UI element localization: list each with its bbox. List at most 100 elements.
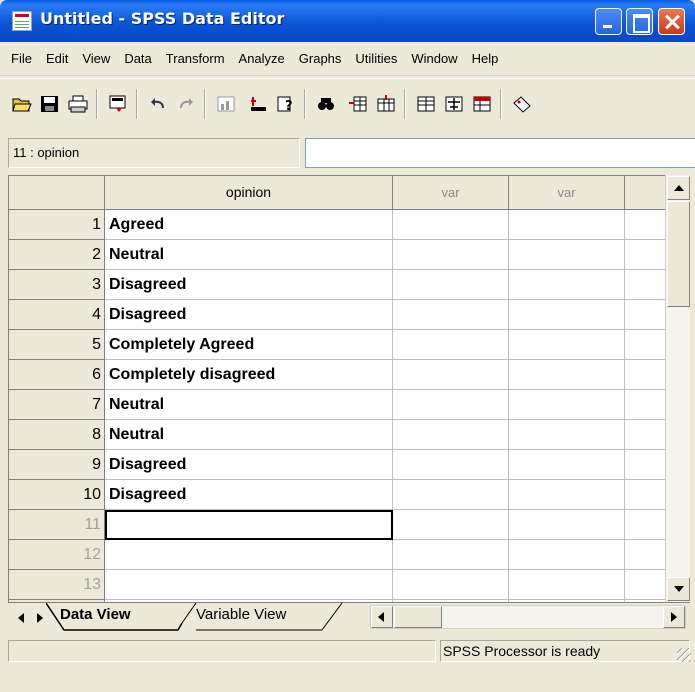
- insert-cases-icon[interactable]: [344, 91, 372, 117]
- weight-cases-icon[interactable]: [440, 91, 468, 117]
- scroll-up-button[interactable]: [667, 176, 690, 200]
- cell-var[interactable]: [625, 450, 665, 480]
- cell-var[interactable]: [393, 450, 509, 480]
- tab-variable-view[interactable]: Variable View: [188, 603, 338, 629]
- row-number[interactable]: 6: [9, 360, 105, 390]
- menu-window[interactable]: Window: [404, 51, 464, 66]
- cell-var[interactable]: [393, 240, 509, 270]
- cell-var[interactable]: [625, 510, 665, 540]
- cell-opinion[interactable]: Disagreed: [105, 270, 393, 300]
- cell-var[interactable]: [393, 540, 509, 570]
- cell-var[interactable]: [625, 330, 665, 360]
- cell-var[interactable]: [393, 210, 509, 240]
- cell-opinion[interactable]: Agreed: [105, 210, 393, 240]
- cell-var[interactable]: [625, 480, 665, 510]
- cell-opinion[interactable]: [105, 540, 393, 570]
- cell-var[interactable]: [509, 420, 625, 450]
- dialog-recall-icon[interactable]: [104, 91, 132, 117]
- row-number[interactable]: 5: [9, 330, 105, 360]
- menu-data[interactable]: Data: [117, 51, 158, 66]
- cell-var[interactable]: [509, 570, 625, 600]
- cell-opinion[interactable]: Neutral: [105, 390, 393, 420]
- cell-opinion[interactable]: Disagreed: [105, 480, 393, 510]
- cell-opinion[interactable]: Neutral: [105, 420, 393, 450]
- cell-value-input[interactable]: [305, 138, 695, 168]
- cell-var[interactable]: [393, 330, 509, 360]
- minimize-button[interactable]: [595, 8, 622, 35]
- cell-var[interactable]: [393, 570, 509, 600]
- cell-opinion[interactable]: [105, 510, 393, 540]
- spss-app-icon[interactable]: [12, 11, 32, 31]
- cell-opinion[interactable]: Disagreed: [105, 300, 393, 330]
- goto-chart-icon[interactable]: [212, 91, 240, 117]
- cell-opinion[interactable]: [105, 570, 393, 600]
- menu-edit[interactable]: Edit: [39, 51, 75, 66]
- row-number[interactable]: 7: [9, 390, 105, 420]
- cell-var[interactable]: [509, 480, 625, 510]
- menu-transform[interactable]: Transform: [159, 51, 232, 66]
- cell-var[interactable]: [509, 300, 625, 330]
- row-number[interactable]: 9: [9, 450, 105, 480]
- close-button[interactable]: [658, 8, 685, 35]
- horizontal-scroll-thumb[interactable]: [394, 606, 442, 628]
- scroll-right-button[interactable]: [663, 606, 685, 628]
- scroll-left-button[interactable]: [371, 606, 393, 628]
- title-bar[interactable]: Untitled - SPSS Data Editor: [0, 0, 695, 42]
- value-labels-icon[interactable]: [508, 91, 536, 117]
- row-number[interactable]: 3: [9, 270, 105, 300]
- cell-var[interactable]: [509, 240, 625, 270]
- redo-icon[interactable]: [172, 91, 200, 117]
- menu-file[interactable]: File: [4, 51, 39, 66]
- insert-variable-icon[interactable]: [372, 91, 400, 117]
- column-header-empty[interactable]: [625, 176, 665, 210]
- row-number[interactable]: 11: [9, 510, 105, 540]
- cell-var[interactable]: [393, 420, 509, 450]
- menu-help[interactable]: Help: [465, 51, 506, 66]
- column-header-opinion[interactable]: opinion: [105, 176, 393, 210]
- vertical-scrollbar[interactable]: [665, 175, 690, 602]
- cell-var[interactable]: [625, 540, 665, 570]
- cell-var[interactable]: [509, 510, 625, 540]
- split-file-icon[interactable]: [412, 91, 440, 117]
- open-file-icon[interactable]: [8, 91, 36, 117]
- cell-var[interactable]: [625, 300, 665, 330]
- tab-data-view[interactable]: Data View: [55, 603, 185, 629]
- menu-graphs[interactable]: Graphs: [292, 51, 349, 66]
- tab-scroll-right-button[interactable]: [30, 607, 50, 629]
- row-number[interactable]: 13: [9, 570, 105, 600]
- cell-var[interactable]: [509, 210, 625, 240]
- cell-var[interactable]: [509, 270, 625, 300]
- cell-var[interactable]: [625, 570, 665, 600]
- tab-scroll-left-button[interactable]: [12, 607, 32, 629]
- column-header-var[interactable]: var: [393, 176, 509, 210]
- cell-opinion[interactable]: Neutral: [105, 240, 393, 270]
- cell-var[interactable]: [509, 330, 625, 360]
- row-number[interactable]: 12: [9, 540, 105, 570]
- scroll-down-button[interactable]: [667, 577, 690, 601]
- cell-var[interactable]: [625, 420, 665, 450]
- row-number[interactable]: 4: [9, 300, 105, 330]
- undo-icon[interactable]: [144, 91, 172, 117]
- cell-opinion[interactable]: Disagreed: [105, 450, 393, 480]
- horizontal-scrollbar[interactable]: [370, 605, 686, 629]
- row-number[interactable]: 8: [9, 420, 105, 450]
- cell-var[interactable]: [625, 270, 665, 300]
- cell-var[interactable]: [393, 360, 509, 390]
- row-number[interactable]: 1: [9, 210, 105, 240]
- cell-opinion[interactable]: Completely Agreed: [105, 330, 393, 360]
- row-number[interactable]: 2: [9, 240, 105, 270]
- cell-var[interactable]: [393, 300, 509, 330]
- select-cases-icon[interactable]: [468, 91, 496, 117]
- variables-icon[interactable]: ?: [272, 91, 300, 117]
- cell-var[interactable]: [509, 390, 625, 420]
- goto-case-icon[interactable]: [244, 91, 272, 117]
- cell-var[interactable]: [509, 360, 625, 390]
- corner-cell[interactable]: [9, 176, 105, 210]
- cell-opinion[interactable]: Completely disagreed: [105, 360, 393, 390]
- cell-var[interactable]: [625, 390, 665, 420]
- cell-var[interactable]: [625, 240, 665, 270]
- cell-var[interactable]: [625, 210, 665, 240]
- cell-var[interactable]: [509, 450, 625, 480]
- cell-var[interactable]: [393, 390, 509, 420]
- print-icon[interactable]: [64, 91, 92, 117]
